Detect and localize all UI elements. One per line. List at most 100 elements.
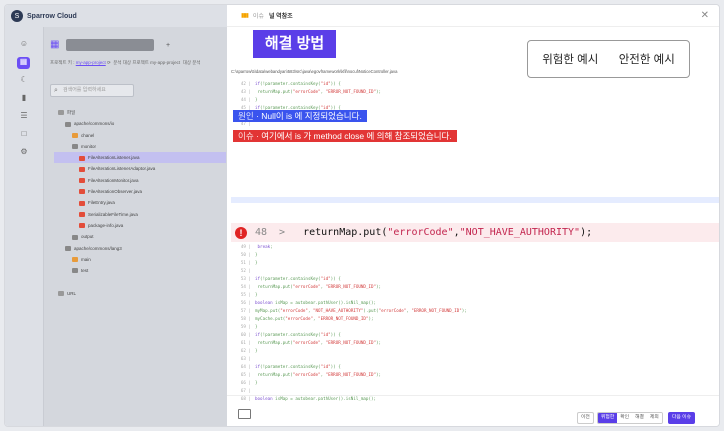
error-line-arrow: > bbox=[279, 227, 286, 238]
settings-list-icon[interactable]: ☰ bbox=[18, 111, 30, 121]
tree-item[interactable]: FileAlterationMonitor.java bbox=[58, 175, 226, 186]
next-issue-button[interactable]: 다음 이슈 bbox=[668, 412, 695, 424]
code-text: boolean isMap = autobear.pathUser().isNi… bbox=[255, 300, 377, 305]
tree-item[interactable]: SerializableFileTime.java bbox=[58, 209, 226, 220]
line-number: 60 | bbox=[240, 332, 251, 337]
code-text: returnMap.put("errorCode", "ERROR_NOT_FO… bbox=[255, 372, 382, 377]
code-text: returnMap.put("errorCode", "ERROR_NOT_FO… bbox=[255, 340, 382, 345]
tree-item[interactable]: chanel bbox=[58, 130, 226, 141]
code-text: returnMap.put("errorCode", "ERROR_NOT_FO… bbox=[255, 89, 382, 94]
status-option[interactable]: 제외 bbox=[646, 413, 662, 423]
tree-item-label: 파일 bbox=[67, 110, 76, 115]
tree-item[interactable]: 파일 bbox=[58, 107, 226, 118]
file-icon bbox=[79, 223, 85, 229]
code-text: if(!parameter.containsKey("id")) { bbox=[255, 81, 341, 86]
line-number: 53 | bbox=[240, 276, 251, 281]
code-line: 58 | myCache.put("errorCode", "ERROR_NOT_… bbox=[231, 316, 374, 322]
code-line: 60 | if(!parameter.containsKey("id")) { bbox=[231, 332, 341, 338]
code-line: 51 |} bbox=[231, 260, 258, 266]
project-selector[interactable]: ▦ + bbox=[50, 39, 170, 51]
code-line: 56 | boolean isMap = autobear.pathUser().… bbox=[231, 300, 376, 306]
add-project-button[interactable]: + bbox=[166, 42, 170, 49]
tree-item-label: chanel bbox=[81, 132, 95, 138]
example-toggle[interactable]: 위험한 예시 안전한 예시 bbox=[527, 40, 690, 78]
tree-item-label: FileAlterationListenerAdaptor.java bbox=[88, 166, 156, 172]
close-icon[interactable]: ✕ bbox=[701, 10, 709, 21]
tree-item[interactable]: FileAlterationListenerAdaptor.java bbox=[58, 163, 226, 174]
line-number: 50 | bbox=[240, 252, 251, 257]
message-icon[interactable]: □ bbox=[18, 129, 30, 139]
code-line: 63 | bbox=[231, 356, 255, 362]
brand-name: Sparrow Cloud bbox=[27, 12, 77, 20]
bad-example-tab[interactable]: 위험한 예시 bbox=[542, 51, 598, 67]
tree-item[interactable]: FileAlterationObserver.java bbox=[58, 186, 226, 197]
tree-item[interactable]: main bbox=[58, 254, 226, 265]
line-number: 56 | bbox=[240, 300, 251, 305]
file-icon bbox=[58, 110, 64, 116]
crumb-project-key-link[interactable]: my-app-project bbox=[76, 60, 106, 65]
code-line: 50 |} bbox=[231, 252, 258, 258]
tree-item[interactable]: URL bbox=[58, 288, 226, 299]
line-number: 43 | bbox=[240, 89, 251, 94]
project-name-redacted bbox=[66, 39, 154, 51]
bug-icon[interactable]: ☾ bbox=[18, 75, 30, 85]
prev-button[interactable]: 이전 bbox=[577, 412, 594, 424]
tree-item[interactable]: monitor bbox=[58, 141, 226, 152]
status-option[interactable]: 위험한 bbox=[598, 413, 618, 423]
code-line: 49 | break; bbox=[231, 244, 273, 250]
good-example-tab[interactable]: 안전한 예시 bbox=[619, 51, 675, 67]
error-code-string2: "NOT_HAVE_AUTHORITY" bbox=[459, 227, 581, 238]
crumb-analysis-value: my-app-project bbox=[150, 60, 181, 65]
code-line: 64 | if(!parameter.containsKey("id")) { bbox=[231, 364, 341, 370]
code-line: 61 | returnMap.put("errorCode", "ERROR_N… bbox=[231, 340, 381, 346]
line-number: 63 | bbox=[240, 356, 251, 361]
issue-tag-label: 이슈 bbox=[238, 131, 254, 141]
code-text: returnMap.put("errorCode", "ERROR_NOT_FO… bbox=[255, 284, 382, 289]
tree-item[interactable]: apache/commons/io bbox=[58, 118, 226, 129]
error-icon: ! bbox=[235, 226, 247, 239]
tree-item-label: monitor bbox=[81, 143, 97, 149]
grid-icon[interactable]: ▦ bbox=[17, 57, 30, 69]
tree-item[interactable]: FileAlterationListener.java bbox=[54, 152, 226, 164]
tree-item[interactable]: apache/commons/lang3 bbox=[58, 243, 226, 254]
code-line: 67 | bbox=[231, 388, 255, 394]
file-icon bbox=[79, 178, 85, 184]
code-line: 53 | if(!parameter.containsKey("id")) { bbox=[231, 276, 341, 282]
status-option[interactable]: 해결 bbox=[632, 413, 647, 423]
tree-item[interactable]: package-info.java bbox=[58, 220, 226, 231]
line-number: 67 | bbox=[240, 388, 251, 393]
crumb-analysis-label: 분석 대상 프로젝트 bbox=[113, 60, 149, 65]
people-icon[interactable]: ☺ bbox=[18, 39, 30, 49]
code-text: } bbox=[255, 260, 258, 265]
line-number: 65 | bbox=[240, 372, 251, 377]
status-option[interactable]: 확인 bbox=[617, 413, 633, 423]
file-icon bbox=[79, 155, 85, 161]
top-bar: S Sparrow Cloud bbox=[5, 5, 227, 27]
file-search-input[interactable]: 검색어를 입력하세요 bbox=[50, 84, 134, 97]
gear-icon[interactable]: ⚙ bbox=[18, 147, 30, 157]
code-viewer: ! 48 > returnMap.put("errorCode", "NOT_H… bbox=[231, 79, 719, 401]
tree-item-label: package-info.java bbox=[88, 222, 124, 228]
code-text: } bbox=[255, 348, 258, 353]
tree-item-label: URL bbox=[67, 290, 77, 296]
code-text: } bbox=[255, 97, 258, 102]
crumb-project-label: 프로젝트 키 bbox=[50, 60, 72, 65]
code-line: 54 | returnMap.put("errorCode", "ERROR_N… bbox=[231, 284, 381, 290]
monitor-icon[interactable] bbox=[238, 409, 251, 419]
line-number: 59 | bbox=[240, 324, 251, 329]
tree-item[interactable]: output bbox=[58, 231, 226, 242]
file-sidebar: ▦ + 프로젝트 키 : my-app-project ⟳ 분석 대상 프로젝트… bbox=[43, 27, 227, 426]
code-text: myMap.put("errorCode", "NOT_HAVE_AUTHORI… bbox=[255, 308, 467, 313]
file-icon bbox=[79, 166, 85, 172]
file-icon bbox=[79, 211, 85, 217]
code-line: 43 | returnMap.put("errorCode", "ERROR_N… bbox=[231, 89, 381, 95]
code-line: 55 |} bbox=[231, 292, 258, 298]
chart-icon[interactable]: ▮ bbox=[18, 93, 30, 103]
cause-line-highlight bbox=[231, 197, 719, 203]
tree-item[interactable]: FileEntry.java bbox=[58, 197, 226, 208]
issue-tag-text: 여기에서 is 가 method close 에 의해 참조되었습니다. bbox=[261, 131, 452, 141]
breadcrumb: 프로젝트 키 : my-app-project ⟳ 분석 대상 프로젝트 my-… bbox=[50, 60, 201, 65]
file-icon bbox=[79, 189, 85, 195]
tree-item[interactable]: test bbox=[58, 265, 226, 276]
